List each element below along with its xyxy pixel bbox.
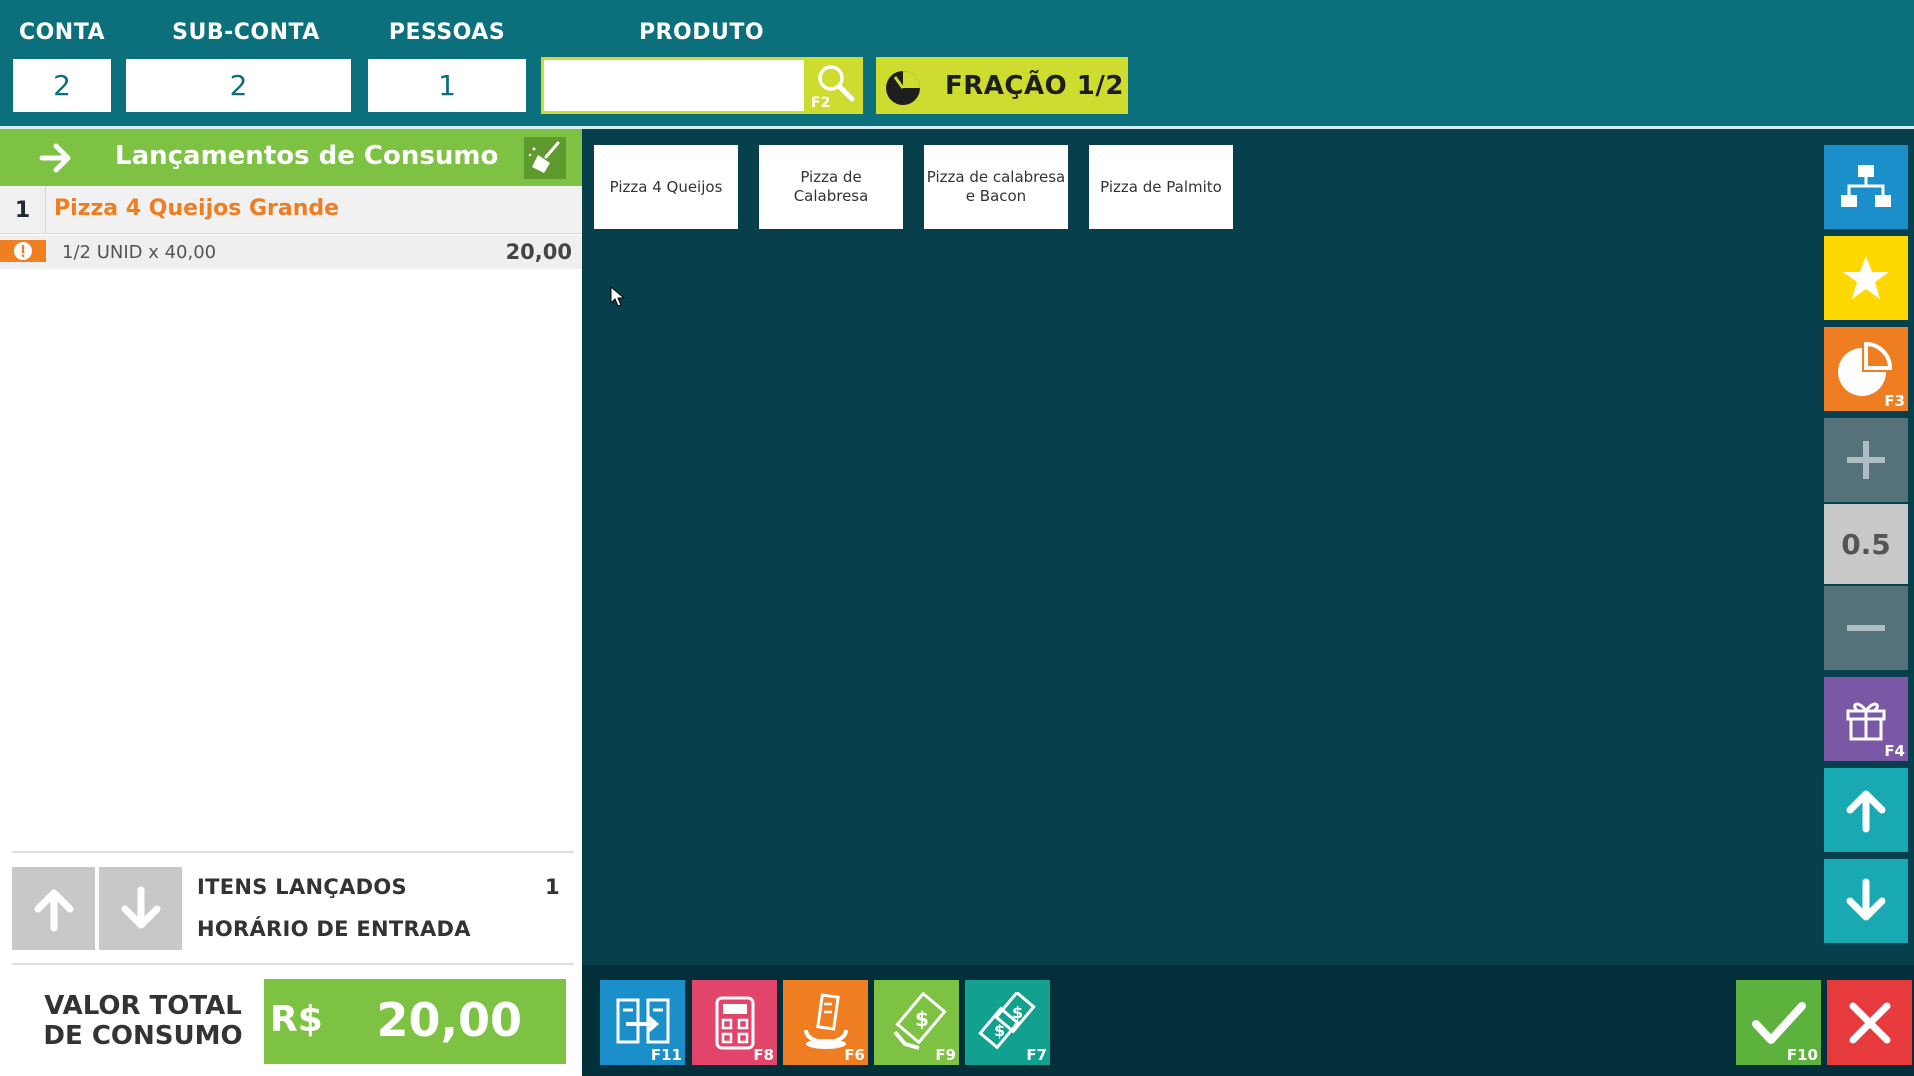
total-label: VALOR TOTAL DE CONSUMO [38, 991, 248, 1051]
total-label-line2: DE CONSUMO [43, 1021, 243, 1051]
item-number: 1 [0, 186, 46, 234]
transfer-button[interactable]: F11 [600, 980, 685, 1065]
conta-field[interactable]: 2 [13, 59, 111, 112]
stats-divider-bottom [12, 963, 574, 965]
product-card[interactable]: Pizza de Calabresa [759, 145, 903, 229]
money-bills-icon: $ $ [977, 991, 1036, 1049]
calculator-button[interactable]: F8 [692, 980, 777, 1065]
svg-text:$: $ [1012, 1003, 1023, 1022]
arrow-up-icon [1846, 790, 1886, 833]
product-card[interactable]: Pizza de Palmito [1089, 145, 1233, 229]
produto-label: PRODUTO [638, 20, 765, 45]
star-icon [1843, 256, 1889, 299]
item-detail-row: 1/2 UNID x 40,00 20,00 [0, 235, 582, 269]
multiple-payment-key-label: F7 [1026, 1046, 1047, 1064]
money-hand-icon: $ [892, 991, 947, 1050]
calculator-icon [715, 996, 754, 1049]
multiple-payment-button[interactable]: $ $ F7 [965, 980, 1050, 1065]
fracao-button[interactable]: FRAÇÃO 1/2 [876, 57, 1128, 114]
cancel-button[interactable] [1827, 980, 1912, 1065]
product-grid-area: Pizza 4 Queijos Pizza de Calabresa Pizza… [582, 129, 1914, 965]
total-currency: R$ [270, 999, 323, 1040]
produto-search: F2 [541, 57, 863, 114]
favorites-button[interactable] [1824, 236, 1908, 320]
fraction-timer-icon [886, 70, 920, 105]
consumption-item-row[interactable]: 1 Pizza 4 Queijos Grande [0, 186, 582, 234]
receipt-tray-icon [803, 992, 848, 1049]
panel-header: Lançamentos de Consumo [0, 129, 582, 186]
svg-text:$: $ [915, 1007, 929, 1031]
move-down-button[interactable] [1824, 859, 1908, 943]
increase-quantity-button[interactable] [1824, 418, 1908, 502]
gift-icon [1846, 702, 1886, 741]
scroll-up-button[interactable] [12, 867, 95, 950]
itens-lancados-label: ITENS LANÇADOS [197, 875, 407, 899]
gift-button[interactable]: F4 [1824, 677, 1908, 761]
arrow-right-icon[interactable] [38, 140, 74, 176]
item-detail: 1/2 UNID x 40,00 [62, 242, 217, 263]
clear-button[interactable] [524, 137, 566, 179]
subconta-label: SUB-CONTA [172, 20, 320, 45]
categories-button[interactable] [1824, 145, 1908, 229]
confirm-key-label: F10 [1786, 1046, 1818, 1064]
search-button[interactable]: F2 [805, 57, 863, 114]
check-icon [1751, 1001, 1806, 1044]
item-price: 20,00 [505, 240, 572, 264]
product-card[interactable]: Pizza de calabresa e Bacon [924, 145, 1068, 229]
total-value: 20,00 [376, 993, 522, 1047]
bottom-toolbar [582, 965, 1914, 1076]
product-name: Pizza 4 Queijos [609, 177, 723, 196]
search-key-label: F2 [811, 95, 831, 111]
produto-input[interactable] [544, 60, 804, 111]
pessoas-field[interactable]: 1 [368, 59, 526, 112]
arrow-down-icon [1846, 878, 1886, 921]
fraction-button[interactable]: F3 [1824, 327, 1908, 411]
broom-icon [528, 141, 560, 173]
service-key-label: F6 [844, 1046, 865, 1064]
transfer-key-label: F11 [650, 1046, 682, 1064]
item-name: Pizza 4 Queijos Grande [54, 196, 340, 221]
mouse-cursor-icon [610, 286, 626, 307]
warning-icon [0, 240, 46, 262]
product-card[interactable]: Pizza 4 Queijos [594, 145, 738, 229]
arrow-up-icon [34, 889, 73, 931]
decrease-quantity-button[interactable] [1824, 586, 1908, 670]
stats-divider-top [12, 851, 574, 853]
move-up-button[interactable] [1824, 768, 1908, 852]
consumption-panel: Lançamentos de Consumo 1 Pizza 4 Queijos… [0, 129, 582, 1076]
arrow-down-icon [121, 886, 160, 928]
payment-button[interactable]: $ F9 [874, 980, 959, 1065]
subconta-field[interactable]: 2 [126, 59, 351, 112]
pie-chart-icon [1838, 341, 1893, 396]
product-name: Pizza de Palmito [1100, 177, 1222, 196]
total-value-box: R$ 20,00 [264, 979, 566, 1064]
horario-entrada-label: HORÁRIO DE ENTRADA [197, 917, 471, 941]
gift-key-label: F4 [1884, 742, 1905, 760]
conta-label: CONTA [18, 20, 106, 45]
close-icon [1849, 1002, 1890, 1043]
product-name: Pizza de Calabresa [793, 168, 869, 205]
quantity-value: 0.5 [1841, 527, 1891, 561]
fraction-key-label: F3 [1884, 392, 1905, 410]
panel-title: Lançamentos de Consumo [115, 141, 499, 171]
product-name: Pizza de calabresa e Bacon [926, 168, 1066, 205]
calculator-key-label: F8 [753, 1046, 774, 1064]
scroll-down-button[interactable] [99, 867, 182, 950]
total-label-line1: VALOR TOTAL [44, 991, 242, 1021]
minus-icon [1847, 625, 1885, 631]
service-button[interactable]: F6 [783, 980, 868, 1065]
pessoas-label: PESSOAS [388, 20, 506, 45]
plus-icon [1847, 441, 1885, 479]
quantity-display: 0.5 [1824, 504, 1908, 584]
svg-text:$: $ [994, 1021, 1005, 1040]
confirm-button[interactable]: F10 [1736, 980, 1821, 1065]
transfer-icon [616, 998, 669, 1043]
hierarchy-icon [1841, 165, 1891, 207]
fracao-label: FRAÇÃO 1/2 [945, 70, 1124, 101]
payment-key-label: F9 [935, 1046, 956, 1064]
itens-lancados-value: 1 [545, 875, 560, 899]
